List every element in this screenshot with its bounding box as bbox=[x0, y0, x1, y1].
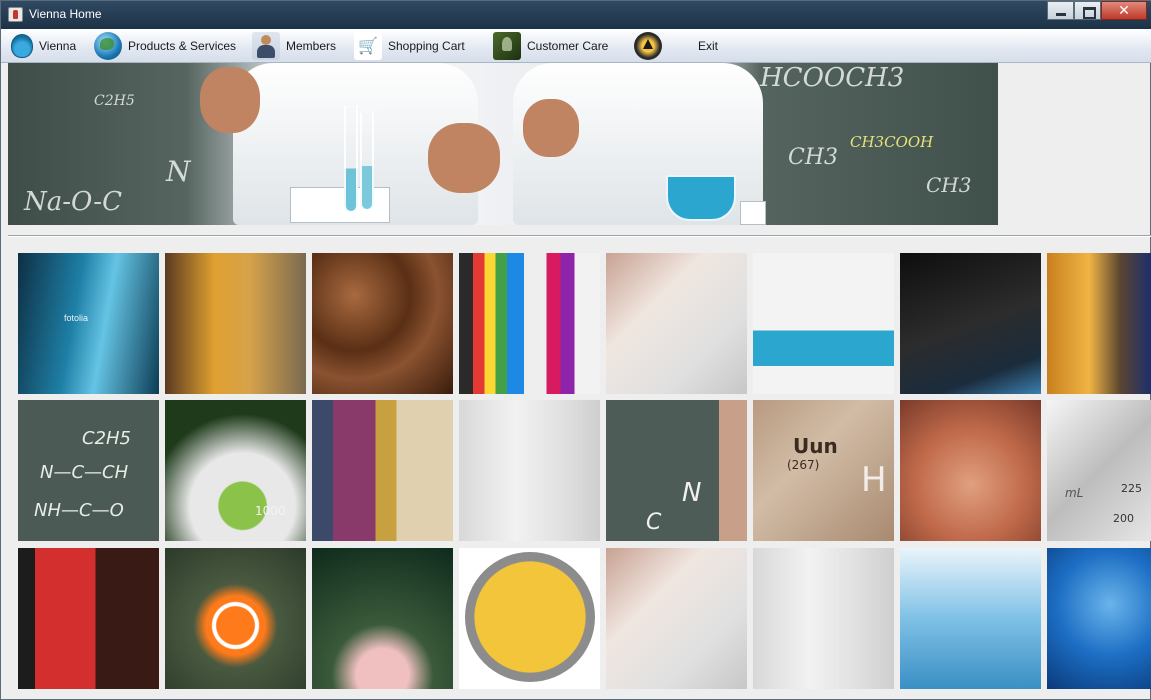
exit-icon bbox=[634, 32, 662, 60]
blue-flask bbox=[666, 175, 736, 221]
gallery-tile-clownfish[interactable] bbox=[165, 548, 306, 689]
gallery-tile-blue-flask[interactable] bbox=[753, 253, 894, 394]
gallery-tile-pills-hand[interactable] bbox=[900, 400, 1041, 541]
menu-item-label: Products & Services bbox=[128, 39, 237, 53]
test-tube-rack bbox=[290, 187, 390, 223]
menu-item-vienna[interactable]: Vienna bbox=[9, 29, 76, 63]
element-symbol: H bbox=[861, 460, 887, 500]
formula-text: C bbox=[646, 510, 662, 535]
gallery-tile-coffee-beans[interactable] bbox=[312, 253, 453, 394]
flask-label: 1000 bbox=[255, 504, 286, 518]
flask-icon bbox=[11, 34, 33, 58]
gallery-tile-blue-abstract[interactable] bbox=[1047, 548, 1151, 689]
header-banner-image: HCOOCH3 CH3 CH3COOH CH3 N Na-O-C C2H5 bbox=[8, 63, 998, 225]
customer-care-icon bbox=[493, 32, 521, 60]
hand-left bbox=[200, 67, 260, 133]
menu-item-customer-care[interactable]: Customer Care bbox=[493, 29, 608, 63]
hand-right bbox=[523, 99, 579, 157]
gallery-tile-dark-beaker[interactable] bbox=[900, 253, 1041, 394]
close-icon: ✕ bbox=[1118, 3, 1130, 19]
banner-chem-label: CH3COOH bbox=[850, 133, 934, 151]
menu-item-products-services[interactable]: Products & Services bbox=[94, 29, 236, 63]
gallery-tile-lab-coat[interactable] bbox=[606, 253, 747, 394]
menu-item-members[interactable]: Members bbox=[252, 29, 336, 63]
element-mass: (267) bbox=[787, 458, 820, 472]
element-symbol: Uun bbox=[793, 434, 838, 458]
cylinder-unit: mL bbox=[1065, 486, 1084, 500]
separator bbox=[8, 235, 1151, 237]
banner-chem-label: CH3 bbox=[926, 173, 972, 197]
gallery-tile-beaker-pipette-2[interactable] bbox=[753, 548, 894, 689]
formula-text: NH—C—O bbox=[34, 500, 124, 521]
recycle-icon bbox=[465, 552, 595, 682]
banner-chem-label: C2H5 bbox=[94, 93, 135, 109]
gallery-tile-test-tubes[interactable]: fotolia bbox=[18, 253, 159, 394]
watermark-text: fotolia bbox=[64, 313, 89, 323]
menu-item-label: Vienna bbox=[39, 39, 77, 53]
app-window: Vienna Home ✕ Vienna Products & Services… bbox=[0, 0, 1151, 700]
title-bar[interactable]: Vienna Home ✕ bbox=[1, 1, 1151, 29]
cart-icon bbox=[354, 32, 382, 60]
hand-center bbox=[428, 123, 500, 193]
gallery-tile-green-flask[interactable]: 1000 bbox=[165, 400, 306, 541]
beaker bbox=[740, 201, 766, 225]
formula-text: C2H5 bbox=[82, 428, 132, 449]
menu-item-label: Exit bbox=[698, 39, 719, 53]
banner-chem-label: HCOOCH3 bbox=[760, 63, 905, 93]
gallery-tile-orange-tubes[interactable] bbox=[1047, 253, 1151, 394]
menu-item-label: Shopping Cart bbox=[388, 39, 465, 53]
gallery-tile-graduated-cylinder[interactable]: mL 225 200 bbox=[1047, 400, 1151, 541]
gallery-tile-colored-tubes[interactable] bbox=[459, 253, 600, 394]
gallery-tile-distillation-equipment[interactable] bbox=[900, 548, 1041, 689]
gallery-tile-periodic-table[interactable]: Uun (267) H bbox=[753, 400, 894, 541]
gallery-tile-dark-green-blur[interactable] bbox=[312, 548, 453, 689]
menu-item-label: Members bbox=[286, 39, 337, 53]
window-title: Vienna Home bbox=[29, 7, 102, 21]
window-controls: ✕ bbox=[1047, 1, 1147, 21]
gallery-tile-recycle-medallion[interactable] bbox=[459, 548, 600, 689]
banner-chem-label: CH3 bbox=[788, 145, 839, 170]
gallery-tile-chalkboard-formula[interactable]: C2H5 N—C—CH NH—C—O bbox=[18, 400, 159, 541]
maximize-button[interactable] bbox=[1074, 1, 1101, 20]
gallery-tile-red-fabric[interactable] bbox=[18, 548, 159, 689]
globe-icon bbox=[94, 32, 122, 60]
menu-item-shopping-cart[interactable]: Shopping Cart bbox=[354, 29, 465, 63]
cylinder-mark: 200 bbox=[1113, 512, 1134, 525]
banner-chem-label: Na-O-C bbox=[24, 187, 122, 217]
menu-bar: Vienna Products & Services Members Shopp… bbox=[1, 29, 1151, 63]
menu-item-label: Customer Care bbox=[527, 39, 609, 53]
gallery-tile-lab-coat-2[interactable] bbox=[606, 548, 747, 689]
close-button[interactable]: ✕ bbox=[1101, 1, 1147, 20]
banner-chem-label: N bbox=[166, 155, 191, 188]
gallery-tile-chalkboard-coat[interactable]: N C bbox=[606, 400, 747, 541]
formula-text: N—C—CH bbox=[40, 462, 129, 483]
minimize-button[interactable] bbox=[1047, 1, 1074, 20]
person-icon bbox=[252, 32, 280, 60]
cylinder-mark: 225 bbox=[1121, 482, 1142, 495]
gallery-tile-lab-clamp[interactable] bbox=[165, 253, 306, 394]
menu-item-exit[interactable]: Exit bbox=[634, 29, 718, 63]
gallery-tile-beaker-pipette[interactable] bbox=[459, 400, 600, 541]
formula-text: N bbox=[682, 478, 702, 508]
java-app-icon bbox=[8, 7, 23, 22]
gallery-tile-scientist-goggles[interactable] bbox=[312, 400, 453, 541]
test-tube bbox=[344, 103, 358, 213]
test-tube bbox=[360, 111, 374, 211]
